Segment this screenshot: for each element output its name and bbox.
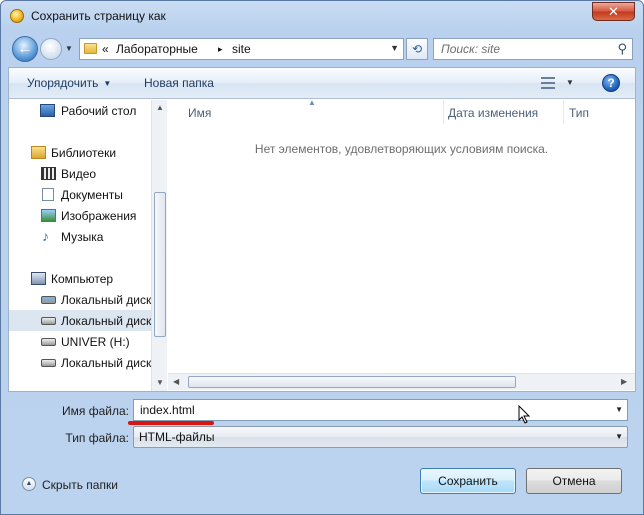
title-bar[interactable]: Сохранить страницу как ✕: [1, 1, 643, 31]
filename-input[interactable]: [134, 400, 604, 420]
video-icon: [41, 167, 56, 180]
address-row: ← → ▼ « Лабораторные ▸ site ▼ ⟲ ⚲: [9, 34, 635, 64]
column-header-name[interactable]: Имя: [188, 106, 211, 120]
column-header-type[interactable]: Тип: [569, 106, 589, 120]
breadcrumb-item-site[interactable]: site: [232, 42, 251, 56]
recent-pages-dropdown-icon[interactable]: ▼: [65, 44, 73, 53]
new-folder-button[interactable]: Новая папка: [144, 76, 214, 90]
filetype-select[interactable]: HTML-файлы ▼: [133, 426, 628, 448]
libraries-icon: [31, 146, 46, 159]
change-view-icon[interactable]: [541, 77, 555, 89]
nav-item-label: Видео: [61, 167, 97, 181]
breadcrumb-item-labs[interactable]: Лабораторные: [116, 42, 198, 56]
column-divider[interactable]: [563, 100, 564, 124]
browser-icon: [10, 9, 24, 23]
nav-item-label: Музыка: [61, 230, 104, 244]
address-dropdown-icon[interactable]: ▼: [390, 43, 399, 53]
cancel-button[interactable]: Отмена: [526, 468, 622, 494]
column-headers: ▲ Имя Дата изменения Тип: [168, 98, 635, 124]
disk-icon: [41, 317, 56, 325]
pictures-icon: [41, 209, 56, 222]
scroll-down-icon[interactable]: ▼: [156, 378, 164, 387]
nav-item-computer[interactable]: Компьютер: [9, 268, 151, 289]
nav-item-label: Рабочий стол: [61, 104, 137, 118]
nav-item-label: Локальный диск: [61, 314, 151, 328]
computer-icon: [31, 272, 46, 285]
search-input[interactable]: [434, 39, 608, 59]
filename-label: Имя файла:: [62, 404, 129, 418]
nav-item-local-disk-selected[interactable]: Локальный диск: [9, 310, 151, 331]
nav-item-video[interactable]: Видео: [9, 163, 151, 184]
nav-item-univer[interactable]: UNIVER (H:): [9, 331, 151, 352]
chevron-down-icon[interactable]: ▼: [615, 405, 623, 414]
refresh-icon: ⟲: [411, 42, 423, 56]
horizontal-scrollbar[interactable]: ◀ ▶: [168, 373, 635, 390]
back-button[interactable]: ←: [12, 36, 38, 62]
organize-label: Упорядочить: [27, 76, 99, 90]
documents-icon: [42, 188, 54, 201]
scroll-up-icon[interactable]: ▲: [156, 103, 164, 112]
disk-icon: [41, 359, 56, 367]
forward-button[interactable]: →: [40, 38, 62, 60]
system-disk-icon: [41, 296, 56, 304]
help-icon[interactable]: ?: [602, 74, 620, 92]
scroll-right-icon[interactable]: ▶: [621, 377, 627, 386]
nav-item-libraries[interactable]: Библиотеки: [9, 142, 151, 163]
column-divider[interactable]: [443, 100, 444, 124]
nav-item-label: Локальный диск: [61, 293, 151, 307]
nav-item-label: Документы: [61, 188, 123, 202]
sort-indicator-icon: ▲: [308, 98, 316, 107]
browser-pane: Упорядочить ▼ Новая папка ▼ ? Рабочий сто…: [8, 67, 636, 392]
chevron-down-icon: ▼: [103, 79, 112, 88]
filename-combobox[interactable]: ▼: [133, 399, 628, 421]
breadcrumb[interactable]: « Лабораторные ▸ site ▼: [79, 38, 404, 60]
nav-item-system-disk[interactable]: Локальный диск: [9, 289, 151, 310]
breadcrumb-overflow[interactable]: «: [102, 42, 109, 56]
scroll-left-icon[interactable]: ◀: [173, 377, 179, 386]
navigation-scrollbar[interactable]: ▲ ▼: [151, 100, 167, 391]
nav-item-label: Компьютер: [51, 272, 114, 286]
nav-item-label: Локальный диск: [61, 356, 151, 370]
search-icon[interactable]: ⚲: [617, 41, 627, 57]
scrollbar-thumb[interactable]: [188, 376, 516, 388]
folder-icon: [84, 43, 97, 54]
navigation-pane: Рабочий стол Библиотеки Видео Документы …: [9, 100, 167, 391]
music-icon: ♪: [42, 228, 49, 244]
nav-item-documents[interactable]: Документы: [9, 184, 151, 205]
save-as-dialog: Сохранить страницу как ✕ ← → ▼ « Лаборат…: [0, 0, 644, 515]
search-box[interactable]: ⚲: [433, 38, 633, 60]
back-arrow-icon: ←: [17, 40, 33, 57]
empty-folder-message: Нет элементов, удовлетворяющих условиям …: [254, 142, 549, 156]
nav-item-label: Изображения: [61, 209, 137, 223]
nav-item-pictures[interactable]: Изображения: [9, 205, 151, 226]
window-title: Сохранить страницу как: [31, 9, 166, 23]
scrollbar-thumb[interactable]: [154, 192, 166, 337]
filetype-value: HTML-файлы: [139, 430, 215, 444]
forward-arrow-icon: →: [44, 41, 58, 56]
desktop-icon: [40, 104, 55, 117]
usb-drive-icon: [41, 338, 56, 346]
collapse-icon[interactable]: ▲: [22, 477, 36, 491]
filetype-label: Тип файла:: [65, 431, 129, 445]
nav-item-desktop[interactable]: Рабочий стол: [9, 100, 151, 121]
command-toolbar: Упорядочить ▼ Новая папка ▼ ?: [9, 68, 635, 99]
close-button[interactable]: ✕: [592, 2, 635, 21]
view-options-dropdown-icon[interactable]: ▼: [566, 78, 574, 87]
text-cursor-icon: [518, 405, 531, 424]
breadcrumb-separator-icon[interactable]: ▸: [218, 44, 223, 55]
file-list: ▲ Имя Дата изменения Тип Нет элементов, …: [168, 98, 635, 391]
refresh-button[interactable]: ⟲: [406, 38, 428, 60]
column-header-date[interactable]: Дата изменения: [448, 106, 538, 120]
nav-item-label: UNIVER (H:): [61, 335, 130, 349]
annotation-underline: [128, 421, 214, 425]
organize-button[interactable]: Упорядочить ▼: [27, 76, 111, 90]
nav-item-local-disk[interactable]: Локальный диск: [9, 352, 151, 373]
save-button[interactable]: Сохранить: [420, 468, 516, 494]
nav-item-music[interactable]: ♪ Музыка: [9, 226, 151, 247]
nav-item-label: Библиотеки: [51, 146, 117, 160]
chevron-down-icon[interactable]: ▼: [615, 432, 623, 441]
hide-folders-link[interactable]: Скрыть папки: [42, 478, 118, 492]
